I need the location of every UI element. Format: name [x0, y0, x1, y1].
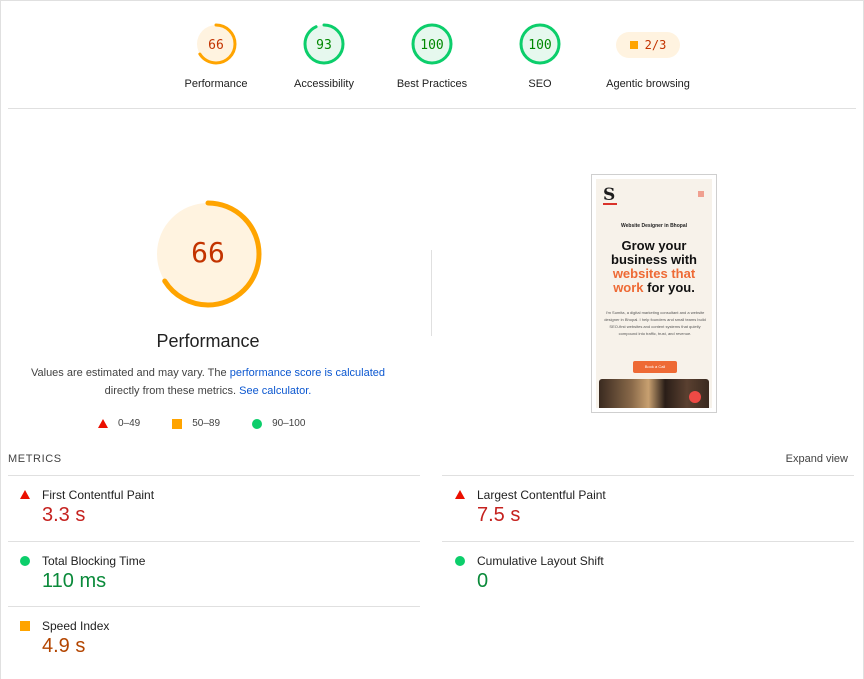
gauge-ring: 93 — [303, 23, 345, 65]
site-subtitle: Website Designer in Bhopal — [620, 223, 688, 229]
legend-label: 90–100 — [272, 418, 306, 429]
book-call-button: Book a Call — [633, 361, 677, 373]
metric-value: 110 ms — [42, 570, 107, 592]
fail-triangle-icon — [20, 490, 30, 499]
gauge-seo[interactable]: 100 SEO — [486, 22, 594, 90]
headline-line: work — [613, 280, 644, 295]
performance-score: 66 — [191, 236, 225, 269]
metric-title: Cumulative Layout Shift — [477, 554, 604, 568]
gauge-score: 93 — [316, 38, 332, 53]
metric-title: Speed Index — [42, 619, 110, 633]
fail-triangle-icon — [455, 490, 465, 499]
average-square-icon — [20, 621, 30, 631]
legend-label: 0–49 — [118, 418, 141, 429]
metric-value: 4.9 s — [42, 635, 86, 657]
screenshot-page: S Website Designer in Bhopal Grow your b… — [596, 179, 712, 408]
legend-fail: 0–49 — [98, 418, 140, 429]
pass-circle-icon — [455, 556, 465, 566]
gauge-label: Best Practices — [396, 78, 468, 90]
metric-divider — [442, 475, 854, 476]
site-logo: S — [603, 185, 616, 205]
metric-first-contentful-paint: First Contentful Paint 3.3 s — [8, 488, 420, 536]
logo-underline — [603, 203, 617, 205]
gauge-score: 100 — [420, 38, 443, 53]
category-gauges: 66 Performance 93 Accessibility 100 Best… — [0, 22, 864, 102]
metric-divider — [442, 541, 854, 542]
gauge-ring: 100 — [519, 23, 561, 65]
menu-icon — [698, 191, 704, 197]
legend-pass: 90–100 — [252, 418, 305, 429]
metric-value: 3.3 s — [42, 504, 86, 526]
gauge-ring: 66 — [195, 23, 237, 65]
metric-speed-index: Speed Index 4.9 s — [8, 619, 420, 667]
chat-icon — [689, 391, 701, 403]
metric-divider — [8, 541, 420, 542]
metric-divider — [8, 475, 420, 476]
average-square-icon — [629, 41, 638, 49]
headline-line: business with — [611, 252, 697, 267]
fail-triangle-icon — [98, 419, 108, 428]
vertical-divider — [431, 250, 432, 336]
gauge-best-practices[interactable]: 100 Best Practices — [378, 22, 486, 90]
pass-circle-icon — [20, 556, 30, 566]
gauge-accessibility[interactable]: 93 Accessibility — [270, 22, 378, 90]
divider — [8, 108, 856, 109]
gauge-label: Accessibility — [294, 78, 354, 90]
agentic-browsing-badge[interactable]: 2/3 — [616, 32, 680, 58]
gauge-ring: 100 — [411, 23, 453, 65]
gauge-score: 66 — [208, 38, 224, 53]
headline-line: for you. — [643, 280, 695, 295]
metrics-heading: METRICS — [8, 453, 62, 465]
headline-line: Grow your — [621, 238, 687, 253]
metric-title: First Contentful Paint — [42, 488, 155, 502]
see-calculator-link[interactable]: See calculator. — [239, 385, 311, 397]
metric-divider — [8, 606, 420, 607]
gauge-label: SEO — [528, 78, 552, 90]
score-calculated-link[interactable]: performance score is calculated — [230, 367, 385, 379]
agentic-browsing-label: Agentic browsing — [606, 78, 690, 90]
metric-title: Total Blocking Time — [42, 554, 146, 568]
metric-value: 0 — [477, 570, 489, 592]
gauge-performance[interactable]: 66 Performance — [162, 22, 270, 90]
expand-view-toggle[interactable]: Expand view — [786, 453, 848, 465]
site-body-text: I'm Sumita, a digital marketing consulta… — [604, 310, 706, 336]
metric-cumulative-layout-shift: Cumulative Layout Shift 0 — [443, 554, 855, 602]
metric-title: Largest Contentful Paint — [477, 488, 606, 502]
pass-circle-icon — [252, 418, 263, 429]
score-legend: 0–49 50–89 90–100 — [98, 418, 337, 429]
metric-total-blocking-time: Total Blocking Time 110 ms — [8, 554, 420, 602]
metric-value: 7.5 s — [477, 504, 521, 526]
note-text: directly from these metrics. — [104, 385, 240, 397]
performance-gauge: 66 — [154, 200, 262, 308]
site-headline: Grow your business with websites that wo… — [596, 239, 712, 295]
gauge-score: 100 — [528, 38, 551, 53]
agentic-fraction: 2/3 — [644, 38, 667, 52]
average-square-icon — [172, 418, 183, 429]
legend-average: 50–89 — [172, 418, 220, 429]
metric-largest-contentful-paint: Largest Contentful Paint 7.5 s — [443, 488, 855, 536]
score-note: Values are estimated and may vary. The p… — [28, 364, 388, 400]
performance-title: Performance — [156, 331, 260, 351]
final-screenshot[interactable]: S Website Designer in Bhopal Grow your b… — [591, 174, 717, 413]
note-text: Values are estimated and may vary. The — [30, 367, 230, 379]
gauge-label: Performance — [184, 78, 248, 90]
headline-line: websites that — [612, 266, 696, 281]
legend-label: 50–89 — [192, 418, 221, 429]
